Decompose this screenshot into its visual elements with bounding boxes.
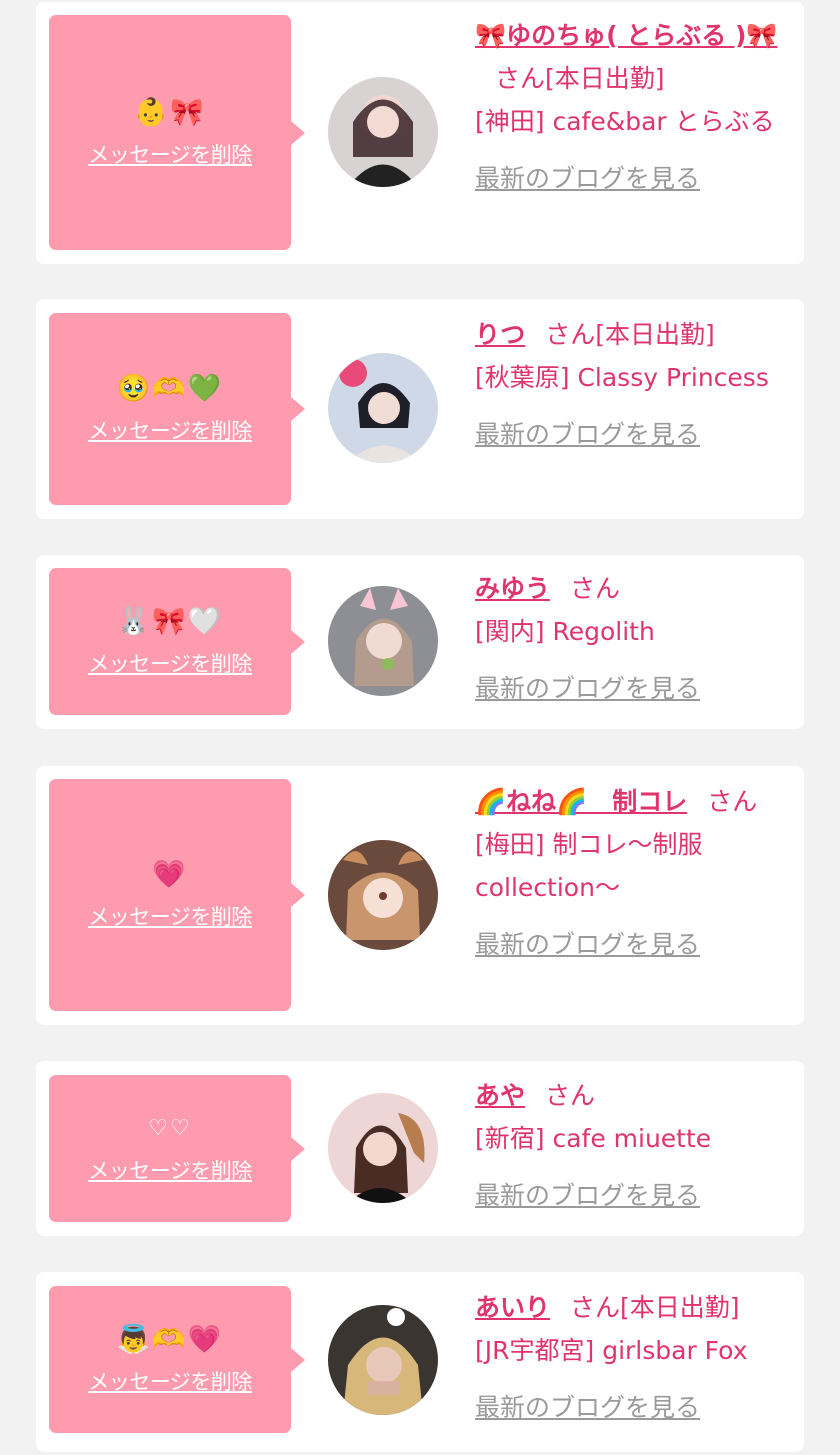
working-today-badge: [本日出勤]	[545, 64, 665, 93]
girl-info: あいり さん[本日出勤] [JR宇都宮] girlsbar Fox 最新のブログを…	[475, 1286, 785, 1429]
honorific: さん	[545, 320, 596, 349]
latest-blog-link[interactable]: 最新のブログを見る	[475, 157, 785, 200]
favorite-card: 💗 メッセージを削除 🌈ねね🌈 制コレ さん [梅田] 制コレ〜制服collect…	[36, 766, 804, 1025]
latest-blog-link[interactable]: 最新のブログを見る	[475, 1174, 785, 1217]
latest-blog-link[interactable]: 最新のブログを見る	[475, 413, 785, 456]
avatar[interactable]	[328, 77, 438, 187]
girl-info: みゆう さん [関内] Regolith 最新のブログを見る	[475, 567, 785, 710]
shop-name: [神田] cafe&bar とらぶる	[475, 107, 775, 136]
delete-message-link[interactable]: メッセージを削除	[88, 1155, 252, 1185]
working-today-badge: [本日出勤]	[595, 320, 715, 349]
message-emoji: 🐰🎀🤍	[116, 605, 224, 637]
honorific: さん	[570, 574, 621, 603]
shop-name: [JR宇都宮] girlsbar Fox	[475, 1336, 748, 1365]
working-today-badge: [本日出勤]	[620, 1293, 740, 1322]
honorific: さん	[545, 1081, 596, 1110]
girl-name-link[interactable]: あや	[475, 1081, 525, 1110]
avatar[interactable]	[328, 586, 438, 696]
honorific: さん	[495, 64, 546, 93]
message-emoji: ♡♡	[148, 1115, 192, 1141]
favorite-card: 🥹🫶💚 メッセージを削除 りつ さん[本日出勤] [秋葉原] Classy Pri…	[36, 299, 804, 519]
delete-message-link[interactable]: メッセージを削除	[88, 415, 252, 445]
honorific: さん	[707, 787, 758, 816]
girl-name-link[interactable]: りつ	[475, 320, 525, 349]
girl-info: 🎀ゆのちゅ( とらぶる )🎀 さん[本日出勤] [神田] cafe&bar とらぶ…	[475, 14, 785, 200]
delete-message-link[interactable]: メッセージを削除	[88, 901, 252, 931]
avatar[interactable]	[328, 1093, 438, 1203]
delete-message-link[interactable]: メッセージを削除	[88, 648, 252, 678]
honorific: さん	[570, 1293, 621, 1322]
message-bubble: 🐰🎀🤍 メッセージを削除	[49, 568, 305, 715]
favorite-card: 👼🫶💗 メッセージを削除 あいり さん[本日出勤] [JR宇都宮] girlsba…	[36, 1272, 804, 1452]
message-bubble: 👼🫶💗 メッセージを削除	[49, 1286, 305, 1433]
delete-message-link[interactable]: メッセージを削除	[88, 139, 252, 169]
shop-name: [秋葉原] Classy Princess	[475, 363, 769, 392]
girl-info: 🌈ねね🌈 制コレ さん [梅田] 制コレ〜制服collection〜 最新のブログ…	[475, 780, 785, 966]
favorite-card: 👶🎀 メッセージを削除 🎀ゆのちゅ( とらぶる )🎀 さん[本日出勤] [神田] …	[36, 2, 804, 264]
message-emoji: 👼🫶💗	[116, 1323, 224, 1355]
shop-name: [梅田] 制コレ〜制服collection〜	[475, 830, 703, 902]
latest-blog-link[interactable]: 最新のブログを見る	[475, 923, 785, 966]
message-emoji: 👶🎀	[134, 96, 206, 128]
girl-info: りつ さん[本日出勤] [秋葉原] Classy Princess 最新のブログを…	[475, 313, 785, 456]
shop-name: [新宿] cafe miuette	[475, 1124, 712, 1153]
avatar[interactable]	[328, 353, 438, 463]
delete-message-link[interactable]: メッセージを削除	[88, 1366, 252, 1396]
avatar[interactable]	[328, 840, 438, 950]
favorite-card: ♡♡ メッセージを削除 あや さん [新宿] cafe miuette 最新のブロ…	[36, 1061, 804, 1236]
girl-name-link[interactable]: あいり	[475, 1293, 550, 1322]
latest-blog-link[interactable]: 最新のブログを見る	[475, 1386, 785, 1429]
shop-name: [関内] Regolith	[475, 617, 655, 646]
message-bubble: 👶🎀 メッセージを削除	[49, 15, 305, 250]
message-emoji: 🥹🫶💚	[116, 373, 224, 404]
message-bubble: ♡♡ メッセージを削除	[49, 1075, 305, 1222]
girl-name-link[interactable]: 🎀ゆのちゅ( とらぶる )🎀	[475, 21, 778, 50]
message-emoji: 💗	[152, 859, 188, 890]
avatar[interactable]	[328, 1305, 438, 1415]
favorite-card: 🐰🎀🤍 メッセージを削除 みゆう さん [関内] Regolith 最新のブログを…	[36, 555, 804, 729]
girl-name-link[interactable]: みゆう	[475, 574, 550, 603]
latest-blog-link[interactable]: 最新のブログを見る	[475, 667, 785, 710]
message-bubble: 🥹🫶💚 メッセージを削除	[49, 313, 305, 505]
girl-info: あや さん [新宿] cafe miuette 最新のブログを見る	[475, 1074, 785, 1217]
message-bubble: 💗 メッセージを削除	[49, 779, 305, 1011]
girl-name-link[interactable]: 🌈ねね🌈 制コレ	[475, 787, 687, 816]
